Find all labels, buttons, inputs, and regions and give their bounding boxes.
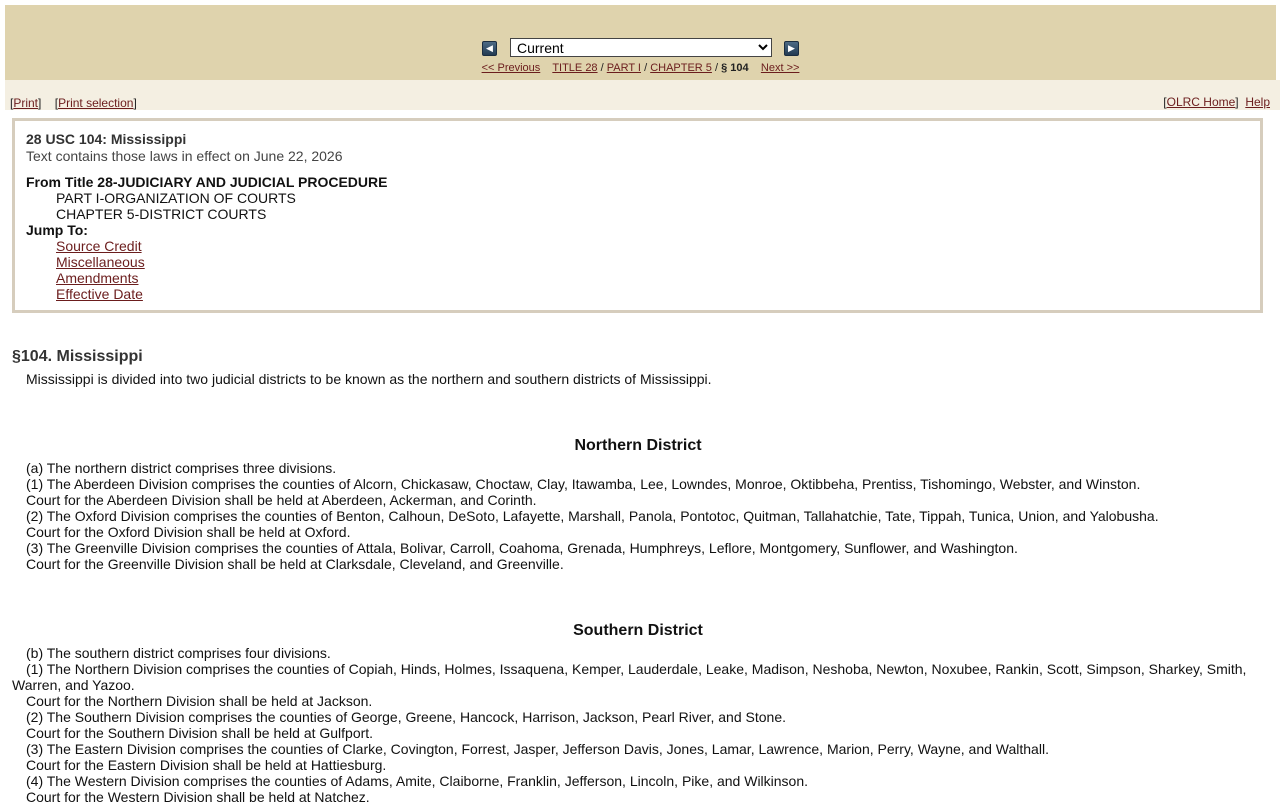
print-links: [Print] [Print selection] (10, 96, 137, 110)
print-link[interactable]: Print (13, 96, 38, 110)
southern-line: Court for the Western Division shall be … (26, 789, 370, 805)
southern-district-heading: Southern District (573, 622, 703, 639)
previous-arrow-icon[interactable]: ◀ (482, 40, 497, 56)
part-name: PART I-ORGANIZATION OF COURTS (56, 190, 296, 206)
northern-line: Court for the Greenville Division shall … (26, 556, 564, 572)
northern-line: Court for the Aberdeen Division shall be… (26, 492, 537, 508)
section-heading: §104. Mississippi (12, 348, 143, 365)
version-select[interactable]: Current (510, 38, 772, 57)
jump-to-label: Jump To: (26, 222, 88, 238)
previous-link[interactable]: << Previous (482, 62, 541, 74)
section-intro: Mississippi is divided into two judicial… (26, 371, 712, 387)
next-link[interactable]: Next >> (761, 62, 800, 74)
jump-miscellaneous-link[interactable]: Miscellaneous (56, 254, 145, 270)
southern-line: Court for the Eastern Division shall be … (26, 757, 387, 773)
southern-line: Court for the Southern Division shall be… (26, 725, 374, 741)
next-arrow-icon[interactable]: ▶ (784, 40, 799, 56)
northern-line: (3) The Greenville Division comprises th… (26, 540, 1018, 556)
breadcrumb-current-section: § 104 (721, 62, 749, 74)
breadcrumb-separator: / (644, 62, 648, 74)
breadcrumb-title-link[interactable]: TITLE 28 (552, 62, 597, 74)
citation-heading: 28 USC 104: Mississippi (26, 131, 187, 147)
northern-line: Court for the Oxford Division shall be h… (26, 524, 351, 540)
chapter-name: CHAPTER 5-DISTRICT COURTS (56, 206, 267, 222)
northern-line: (1) The Aberdeen Division comprises the … (26, 476, 1141, 492)
jump-effective-date-link[interactable]: Effective Date (56, 286, 143, 302)
southern-northern-division: (1) The Northern Division comprises the … (12, 661, 1247, 693)
document-info-box: 28 USC 104: Mississippi Text contains th… (12, 118, 1263, 313)
version-controls: ◀ Current ▶ (5, 38, 1276, 58)
jump-source-credit-link[interactable]: Source Credit (56, 238, 142, 254)
northern-line: (a) The northern district comprises thre… (26, 460, 337, 476)
jump-amendments-link[interactable]: Amendments (56, 270, 138, 286)
southern-line: (2) The Southern Division comprises the … (26, 709, 786, 725)
breadcrumb-part-link[interactable]: PART I (607, 62, 641, 74)
breadcrumb-separator: / (600, 62, 604, 74)
print-selection-link[interactable]: Print selection (58, 96, 133, 110)
site-links: [OLRC Home] Help (1163, 95, 1270, 109)
northern-line: (2) The Oxford Division comprises the co… (26, 508, 1159, 524)
breadcrumb: << Previous TITLE 28 / PART I / CHAPTER … (5, 62, 1276, 74)
southern-line: Court for the Northern Division shall be… (26, 693, 373, 709)
southern-intro: (b) The southern district comprises four… (26, 645, 331, 661)
effective-date-note: Text contains those laws in effect on Ju… (26, 148, 343, 164)
southern-line: (4) The Western Division comprises the c… (26, 773, 809, 789)
help-link[interactable]: Help (1245, 95, 1270, 109)
navigation-bar: ◀ Current ▶ << Previous TITLE 28 / PART … (5, 5, 1276, 80)
version-select-wrapper: Current (510, 38, 772, 58)
southern-line: (3) The Eastern Division comprises the c… (26, 741, 1049, 757)
toolbar: [Print] [Print selection] [OLRC Home] He… (5, 80, 1280, 110)
breadcrumb-separator: / (715, 62, 719, 74)
breadcrumb-chapter-link[interactable]: CHAPTER 5 (650, 62, 712, 74)
olrc-home-link[interactable]: OLRC Home (1167, 95, 1236, 109)
northern-district-heading: Northern District (574, 437, 702, 454)
from-title: From Title 28-JUDICIARY AND JUDICIAL PRO… (26, 174, 388, 190)
